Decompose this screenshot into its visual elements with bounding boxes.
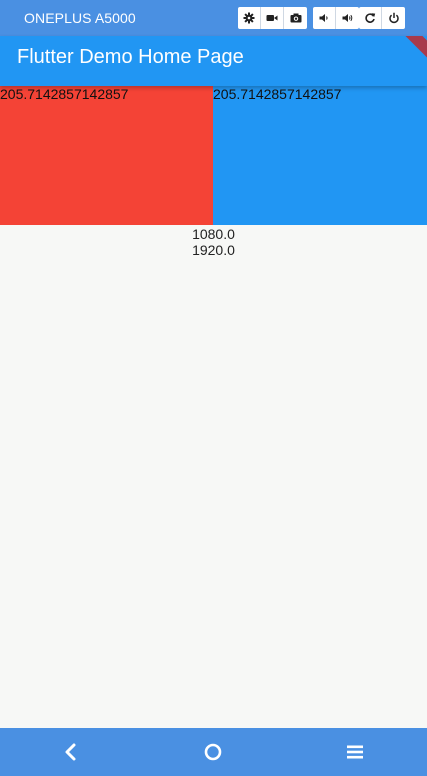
gear-icon	[243, 12, 255, 24]
home-icon	[204, 743, 222, 761]
page-title: Flutter Demo Home Page	[17, 46, 244, 68]
app-bar: Flutter Demo Home Page	[0, 36, 427, 86]
blue-box-width-label: 205.7142857142857	[213, 86, 342, 102]
power-button[interactable]	[382, 7, 405, 29]
screen-height-text: 1920.0	[192, 242, 235, 258]
menu-button[interactable]	[343, 740, 367, 764]
record-video-button[interactable]	[261, 7, 284, 29]
volume-down-icon	[319, 14, 328, 22]
red-box: 205.7142857142857	[0, 86, 213, 225]
power-icon	[388, 12, 399, 24]
screenshot-button[interactable]	[284, 7, 307, 29]
volume-up-button[interactable]	[336, 7, 359, 29]
debug-banner	[385, 36, 427, 65]
back-button[interactable]	[59, 740, 83, 764]
emulator-toolbar: ONEPLUS A5000	[0, 0, 427, 36]
video-camera-icon	[266, 15, 278, 21]
device-screen: ONEPLUS A5000 Flutter Demo Home Page 205…	[0, 0, 427, 776]
settings-button[interactable]	[238, 7, 261, 29]
screen-dimensions: 1080.0 1920.0	[0, 226, 427, 258]
navigation-bar	[0, 728, 427, 776]
emulator-volume-controls	[313, 7, 359, 29]
home-button[interactable]	[201, 740, 225, 764]
emulator-capture-controls	[238, 7, 307, 29]
volume-up-icon	[342, 14, 352, 22]
red-box-width-label: 205.7142857142857	[0, 86, 129, 102]
back-icon	[65, 743, 76, 761]
blue-box: 205.7142857142857	[213, 86, 427, 225]
camera-icon	[290, 13, 301, 23]
boxes-row: 205.7142857142857 205.7142857142857	[0, 86, 427, 225]
device-name: ONEPLUS A5000	[24, 10, 136, 26]
emulator-system-controls	[359, 7, 405, 29]
rotate-icon	[365, 13, 376, 23]
rotate-button[interactable]	[359, 7, 382, 29]
volume-down-button[interactable]	[313, 7, 336, 29]
menu-icon	[347, 745, 363, 759]
screen-width-text: 1080.0	[192, 226, 235, 242]
